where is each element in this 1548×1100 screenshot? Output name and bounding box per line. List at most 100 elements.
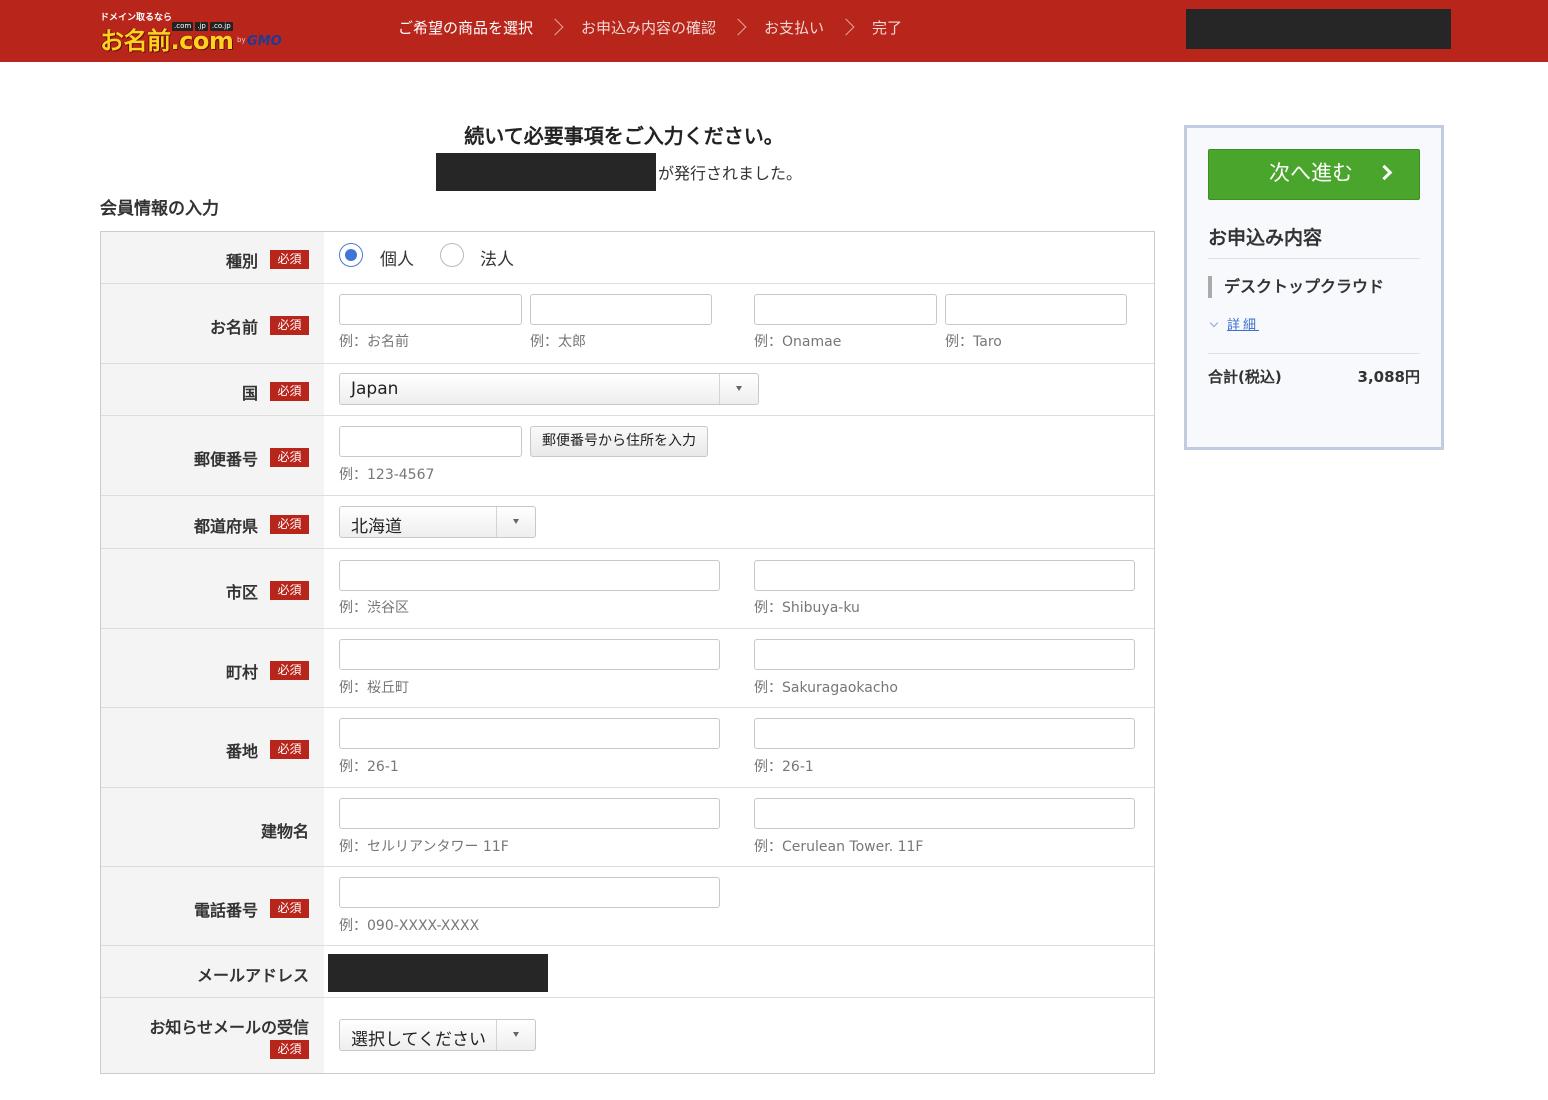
prefecture-select[interactable]: 北海道 [339, 506, 536, 538]
radio-individual[interactable] [339, 243, 363, 267]
hint: 例：桜丘町 [339, 680, 409, 696]
row-prefecture: 都道府県 必須 北海道 [101, 496, 1154, 549]
summary-title: お申込み内容 [1208, 227, 1323, 249]
row-newsletter: お知らせメールの受信 必須 選択してください [101, 998, 1154, 1073]
street-label: 番地 [225, 742, 258, 761]
logo-gmo: GMO [247, 34, 282, 49]
hint: 例：Cerulean Tower. 11F [754, 839, 924, 855]
row-phone: 電話番号 必須 例：090-XXXX-XXXX [101, 867, 1154, 946]
row-city: 市区 必須 例：渋谷区 例：Shibuya-ku [101, 549, 1154, 629]
step-payment: お支払い [764, 18, 825, 37]
required-badge: 必須 [270, 448, 309, 467]
detail-link-text[interactable]: 詳細 [1227, 318, 1259, 333]
zip-input[interactable] [339, 426, 522, 457]
step-confirm: お申込み内容の確認 [581, 18, 717, 37]
logo-main: お名前.com [100, 27, 234, 55]
city-label: 市区 [225, 583, 258, 602]
street-input[interactable] [339, 718, 720, 749]
town-label: 町村 [225, 663, 258, 682]
phone-input[interactable] [339, 877, 720, 908]
row-type: 種別 必須 個人 法人 [101, 232, 1154, 284]
divider [1208, 353, 1420, 354]
prefecture-label: 都道府県 [193, 517, 258, 536]
dropdown-arrow-icon [719, 374, 758, 404]
chevron-right-icon [842, 16, 854, 38]
city-roman-input[interactable] [754, 560, 1135, 591]
chevron-right-icon [734, 16, 746, 38]
building-roman-input[interactable] [754, 798, 1135, 829]
product-name: デスクトップクラウド [1208, 276, 1384, 298]
radio-individual-label[interactable]: 個人 [380, 245, 414, 270]
section-title: 会員情報の入力 [100, 199, 219, 219]
required-badge: 必須 [270, 661, 309, 680]
email-label: メールアドレス [196, 966, 309, 985]
hint: 例：セルリアンタワー 11F [339, 839, 509, 855]
building-label: 建物名 [260, 822, 309, 841]
last-name-input[interactable] [339, 294, 522, 325]
building-input[interactable] [339, 798, 720, 829]
required-badge: 必須 [270, 316, 309, 335]
chevron-down-icon [1209, 318, 1219, 328]
row-name: お名前 必須 例：お名前 例：太郎 例：Onamae 例：Taro [101, 284, 1154, 364]
row-building: 建物名 例：セルリアンタワー 11F 例：Cerulean Tower. 11F [101, 788, 1154, 867]
hint: 例：Shibuya-ku [754, 600, 860, 616]
onamae-logo[interactable]: ドメイン取るなら .com .jp .co.jp お名前.com by GMO [100, 10, 292, 55]
street-roman-input[interactable] [754, 718, 1135, 749]
total-value: 3,088円 [1357, 368, 1420, 386]
divider [1208, 258, 1420, 259]
country-label: 国 [241, 384, 258, 403]
hint: 例：渋谷区 [339, 600, 409, 616]
logo-by: by [237, 36, 246, 44]
hint: 例：太郎 [530, 334, 586, 350]
phone-label: 電話番号 [193, 901, 258, 920]
detail-link[interactable]: 詳細 [1208, 314, 1259, 333]
newsletter-label: お知らせメールの受信 [149, 1018, 309, 1037]
hint: 例：お名前 [339, 334, 409, 350]
radio-corporation[interactable] [440, 243, 464, 267]
zip-lookup-button[interactable]: 郵便番号から住所を入力 [530, 426, 708, 457]
required-badge: 必須 [270, 581, 309, 600]
hint: 例：26-1 [339, 759, 399, 775]
redacted-account-area [1186, 9, 1451, 49]
row-street: 番地 必須 例：26-1 例：26-1 [101, 708, 1154, 788]
town-input[interactable] [339, 639, 720, 670]
first-name-roman-input[interactable] [945, 294, 1127, 325]
hint: 例：Sakuragaokacho [754, 680, 898, 696]
hint: 例：090-XXXX-XXXX [339, 918, 480, 934]
town-roman-input[interactable] [754, 639, 1135, 670]
last-name-roman-input[interactable] [754, 294, 937, 325]
redacted-email [328, 954, 548, 992]
header: ドメイン取るなら .com .jp .co.jp お名前.com by GMO … [0, 0, 1548, 62]
progress-steps: ご希望の商品を選択 お申込み内容の確認 お支払い 完了 [398, 16, 902, 38]
required-badge: 必須 [270, 382, 309, 401]
total-label: 合計(税込) [1208, 368, 1282, 386]
zip-label: 郵便番号 [193, 450, 258, 469]
page-title: 続いて必要事項をご入力ください。 [464, 124, 784, 148]
country-select-value: Japan [351, 379, 399, 399]
newsletter-select-value: 選択してください [351, 1030, 486, 1050]
radio-corporation-label[interactable]: 法人 [480, 245, 514, 270]
hint: 例：26-1 [754, 759, 814, 775]
row-email: メールアドレス [101, 946, 1154, 998]
country-select[interactable]: Japan [339, 373, 759, 405]
required-badge: 必須 [270, 1040, 309, 1059]
required-badge: 必須 [270, 899, 309, 918]
city-input[interactable] [339, 560, 720, 591]
dropdown-arrow-icon [496, 1020, 535, 1050]
first-name-input[interactable] [530, 294, 712, 325]
order-summary: 次へ進む お申込み内容 デスクトップクラウド 詳細 合計(税込) 3,088円 [1184, 125, 1444, 450]
row-country: 国 必須 Japan [101, 364, 1154, 416]
row-town: 町村 必須 例：桜丘町 例：Sakuragaokacho [101, 629, 1154, 708]
type-label: 種別 [225, 252, 258, 271]
required-badge: 必須 [270, 515, 309, 534]
newsletter-select[interactable]: 選択してください [339, 1019, 536, 1051]
hint: 例：123-4567 [339, 467, 435, 483]
row-zip: 郵便番号 必須 郵便番号から住所を入力 例：123-4567 [101, 416, 1154, 496]
hint: 例：Onamae [754, 334, 842, 350]
chevron-right-icon [551, 16, 563, 38]
chevron-right-icon [1376, 164, 1393, 181]
prefecture-select-value: 北海道 [351, 517, 402, 537]
name-label: お名前 [209, 318, 258, 337]
member-form: 種別 必須 個人 法人 お名前 必須 例：お名前 例：太郎 例：Onamae 例… [100, 231, 1155, 1074]
next-button[interactable]: 次へ進む [1208, 149, 1420, 200]
